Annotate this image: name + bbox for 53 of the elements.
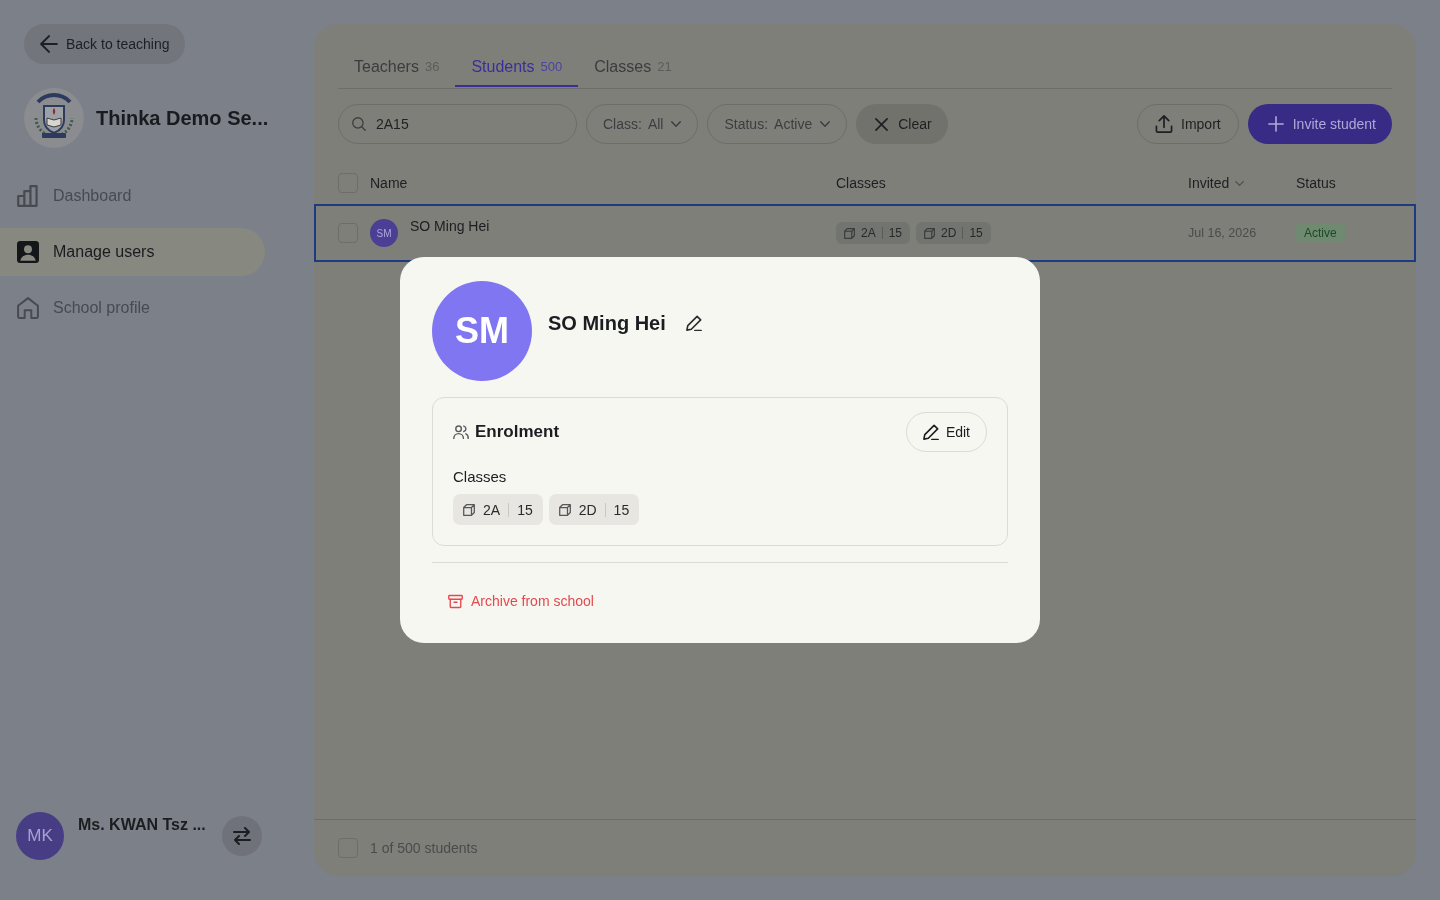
class-number: 15 [969,226,983,240]
classes-label: Classes [453,467,507,487]
invite-button[interactable]: Invite student [1247,104,1392,144]
class-name: 2A [861,226,876,240]
archive-button[interactable]: Archive from school [448,583,594,619]
status-badge: Active [1296,224,1345,242]
school-name: Thinka Demo Se... [96,106,269,130]
pencil-icon [922,424,939,440]
nav-item[interactable]: Manage users [0,228,265,276]
chevron-down-icon [671,121,682,127]
column-header[interactable]: Invited [1188,175,1230,191]
chevron-down-icon [820,121,831,127]
cube-icon [844,227,855,239]
home-icon [17,297,39,319]
user-avatar: MK [16,812,64,860]
student-name: SO Ming Hei [410,218,490,234]
archive-box-icon [448,593,463,609]
search-icon [352,117,366,131]
cube-icon [463,503,475,516]
student-avatar: SM [370,219,398,247]
cube-icon [924,227,936,239]
nav-item[interactable]: School profile [0,284,265,332]
class-number: 15 [613,501,630,518]
search-field[interactable]: 2A15 [338,104,577,144]
switch-account-button[interactable] [222,816,262,856]
school-crest-logo [24,88,84,148]
back-button[interactable]: Back to teaching [24,24,185,64]
tab[interactable]: Students 500 [455,48,579,87]
upload-icon [1155,115,1174,133]
user-square-icon [17,241,39,263]
plus-icon [1267,116,1284,132]
users-icon [453,424,469,440]
column-header: Classes [836,175,886,191]
column-header: Status [1296,175,1336,191]
swap-arrows-icon [233,827,251,845]
student-name: SO Ming Hei [548,311,666,335]
bar-chart-icon [17,185,39,207]
close-icon [875,117,889,131]
rename-button[interactable] [685,315,702,331]
arrow-left-icon [40,35,58,53]
class-number: 15 [888,226,903,240]
section-title: Enrolment [475,422,560,442]
cube-icon [558,503,571,516]
user-name: Ms. KWAN Tsz ... [78,816,206,834]
nav-item[interactable]: Dashboard [0,172,265,220]
class-number: 15 [517,501,533,518]
student-avatar: SM [432,281,532,381]
class-name: 2D [578,501,597,518]
pencil-icon [685,315,702,331]
class-name: 2D [941,226,957,240]
class-name: 2A [483,501,501,518]
column-header: Name [370,175,408,191]
clear-button[interactable]: Clear [856,104,948,144]
